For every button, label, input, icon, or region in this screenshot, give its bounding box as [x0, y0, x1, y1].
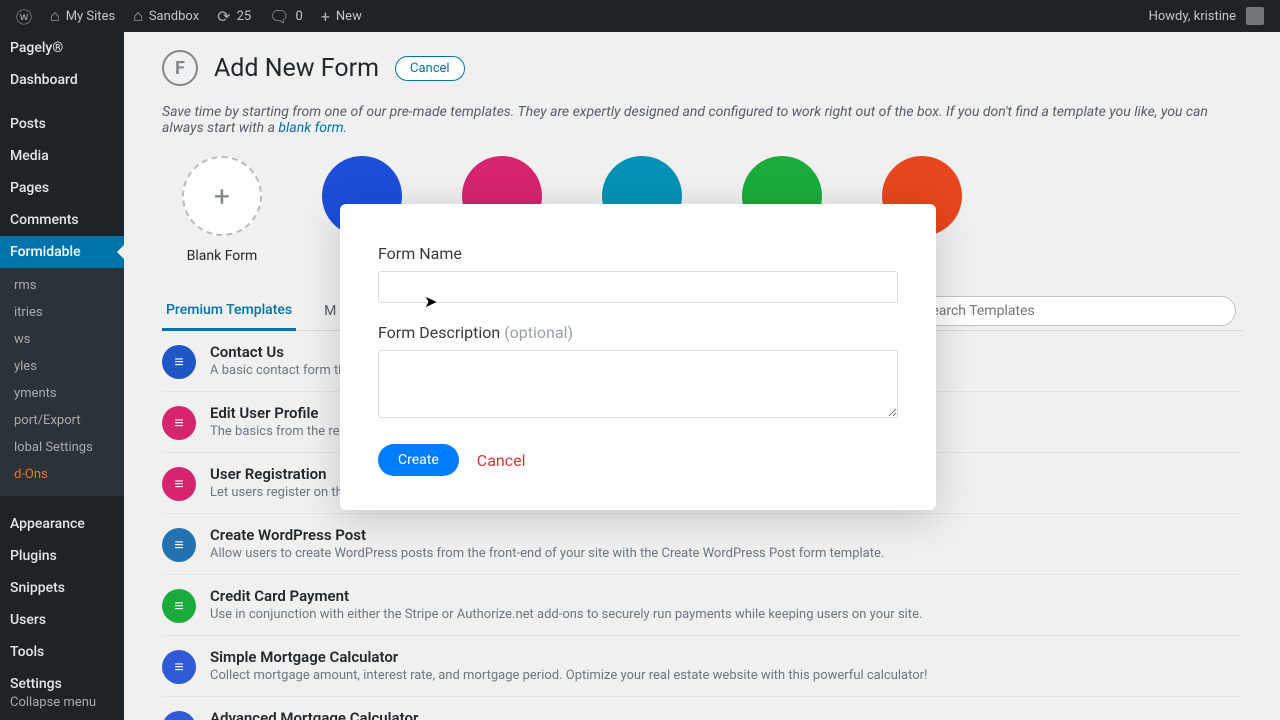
new-form-modal: Form Name Form Description (optional) Cr…: [340, 204, 936, 510]
form-name-input[interactable]: [378, 271, 898, 303]
create-button[interactable]: Create: [378, 444, 459, 476]
optional-label: (optional): [504, 323, 573, 342]
form-description-label: Form Description (optional): [378, 323, 898, 342]
desc-label-text: Form Description: [378, 323, 500, 342]
form-name-label: Form Name: [378, 244, 898, 263]
modal-cancel-button[interactable]: Cancel: [477, 451, 526, 470]
form-description-input[interactable]: [378, 350, 898, 418]
